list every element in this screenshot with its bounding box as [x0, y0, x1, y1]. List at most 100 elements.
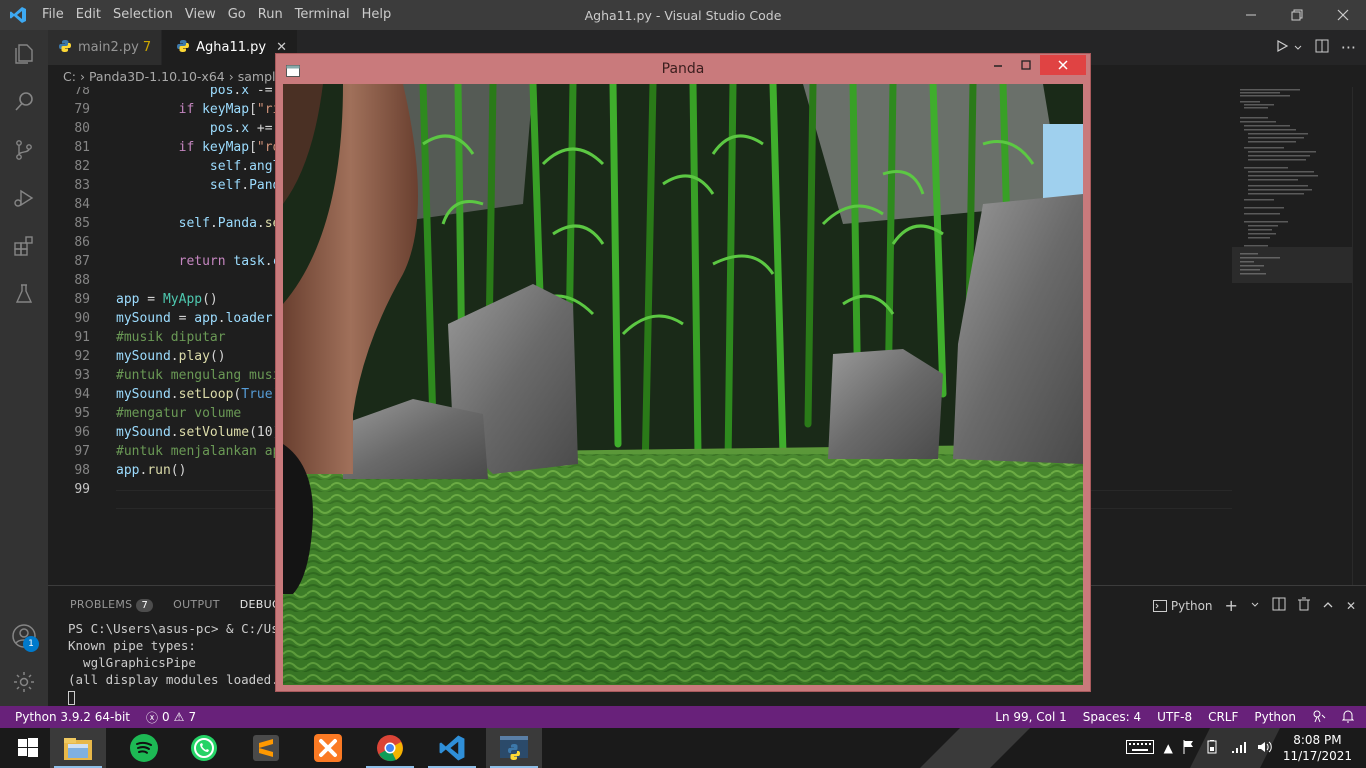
line-number: 99: [74, 482, 90, 497]
panda-window[interactable]: Panda: [275, 53, 1091, 692]
code-text: app.run(): [116, 463, 187, 478]
code-text: mySound.play(): [116, 349, 226, 364]
chrome-icon[interactable]: [362, 728, 418, 768]
editor-scrollbar[interactable]: [1352, 87, 1366, 585]
line-number: 96: [74, 425, 90, 440]
line-number: 85: [74, 216, 90, 231]
chevron-down-icon[interactable]: [1250, 599, 1260, 613]
clock[interactable]: 8:08 PM 11/17/2021: [1283, 732, 1352, 764]
more-actions-icon[interactable]: ···: [1341, 38, 1356, 57]
split-editor-icon[interactable]: [1315, 38, 1329, 57]
error-icon: ⓧ: [146, 710, 159, 725]
source-control-icon[interactable]: [0, 126, 48, 174]
terminal-output[interactable]: PS C:\Users\asus-pc> & C:/User Known pipe…: [68, 620, 294, 705]
code-text: if keyMap["ri: [178, 102, 281, 117]
code-text: #untuk mengulang musi: [116, 368, 281, 383]
code-text: pos.x +=: [209, 121, 273, 136]
settings-gear-icon[interactable]: [0, 658, 48, 706]
explorer-icon[interactable]: [0, 30, 48, 78]
split-terminal-icon[interactable]: [1272, 597, 1286, 614]
new-terminal-icon[interactable]: +: [1225, 596, 1238, 615]
menu-run[interactable]: Run: [252, 0, 289, 30]
line-number: 92: [74, 349, 90, 364]
run-file-icon[interactable]: [1275, 38, 1289, 57]
terminal-cursor: [68, 690, 75, 705]
show-hidden-icons-icon[interactable]: ▲: [1164, 741, 1173, 755]
notifications-bell-icon[interactable]: [1341, 709, 1355, 726]
menu-view[interactable]: View: [179, 0, 222, 30]
problems-status[interactable]: ⓧ 0 ⚠ 7: [146, 709, 196, 726]
xampp-icon[interactable]: [300, 728, 356, 768]
tab-output[interactable]: OUTPUT: [173, 598, 220, 612]
menu-file[interactable]: File: [36, 0, 70, 30]
panel-tabs: PROBLEMS 7 OUTPUT DEBUG: [70, 598, 281, 612]
panda-minimize-button[interactable]: [984, 55, 1012, 75]
panda-window-title: Panda: [661, 61, 705, 77]
line-number: 86: [74, 235, 90, 250]
indentation[interactable]: Spaces: 4: [1083, 710, 1141, 724]
tab-main2-py[interactable]: main2.py 7: [48, 30, 163, 65]
line-number: 93: [74, 368, 90, 383]
minimap[interactable]: [1232, 87, 1352, 585]
terminal-shell-selector[interactable]: Python: [1152, 599, 1213, 613]
python-app-taskbar-icon[interactable]: [486, 728, 542, 768]
file-explorer-taskbar-icon[interactable]: [50, 728, 106, 768]
terminal-line: (all display modules loaded.): [68, 672, 287, 687]
panda-maximize-button[interactable]: [1012, 55, 1040, 75]
volume-icon[interactable]: [1257, 740, 1273, 757]
python-file-icon: [58, 39, 72, 57]
restore-button[interactable]: [1274, 0, 1320, 30]
3d-scene-viewport[interactable]: [283, 84, 1083, 685]
breadcrumb-item[interactable]: Panda3D-1.10.10-x64: [89, 69, 225, 84]
run-debug-icon[interactable]: [0, 174, 48, 222]
line-number: 87: [74, 254, 90, 269]
keyboard-icon[interactable]: [1125, 739, 1154, 757]
start-button[interactable]: [0, 728, 56, 768]
panda-title-bar[interactable]: Panda: [276, 54, 1090, 84]
end-of-line[interactable]: CRLF: [1208, 710, 1238, 724]
vscode-taskbar-icon[interactable]: [424, 728, 480, 768]
menu-selection[interactable]: Selection: [107, 0, 179, 30]
battery-icon[interactable]: [1205, 739, 1221, 757]
line-number: 88: [74, 273, 90, 288]
spotify-icon[interactable]: [116, 728, 172, 768]
menu-help[interactable]: Help: [356, 0, 398, 30]
close-panel-icon[interactable]: ✕: [1346, 599, 1356, 613]
python-file-icon: [176, 39, 190, 57]
trash-icon[interactable]: [1297, 597, 1310, 614]
chevron-right-icon: ›: [79, 68, 85, 84]
editor-actions: ···: [1275, 30, 1356, 65]
sublime-text-icon[interactable]: [238, 728, 294, 768]
code-text: #untuk menjalankan ap: [116, 444, 281, 459]
terminal-line: wglGraphicsPipe: [68, 655, 196, 670]
minimize-button[interactable]: [1228, 0, 1274, 30]
maximize-panel-icon[interactable]: [1322, 599, 1334, 613]
breadcrumb-item[interactable]: C:: [63, 69, 76, 84]
tab-warning-count: 7: [142, 40, 152, 55]
feedback-icon[interactable]: [1312, 709, 1326, 726]
language-mode[interactable]: Python: [1254, 710, 1296, 724]
line-number: 91: [74, 330, 90, 345]
cursor-position[interactable]: Ln 99, Col 1: [995, 710, 1067, 724]
menu-edit[interactable]: Edit: [70, 0, 107, 30]
testing-icon[interactable]: [0, 270, 48, 318]
python-interpreter[interactable]: Python 3.9.2 64-bit: [15, 710, 130, 724]
search-icon[interactable]: [0, 78, 48, 126]
tab-problems[interactable]: PROBLEMS 7: [70, 598, 154, 612]
whatsapp-icon[interactable]: [176, 728, 232, 768]
close-button[interactable]: [1320, 0, 1366, 30]
line-number: 97: [74, 444, 90, 459]
menu-go[interactable]: Go: [222, 0, 252, 30]
encoding[interactable]: UTF-8: [1157, 710, 1192, 724]
network-signal-icon[interactable]: [1231, 740, 1247, 757]
menu-terminal[interactable]: Terminal: [289, 0, 356, 30]
account-icon[interactable]: 1: [0, 612, 48, 660]
tab-label: Agha11.py: [196, 40, 267, 55]
warning-icon: ⚠: [173, 710, 185, 724]
chevron-down-icon[interactable]: [1293, 38, 1303, 57]
line-number: 94: [74, 387, 90, 402]
flag-icon[interactable]: [1183, 739, 1195, 757]
panda-close-button[interactable]: [1040, 55, 1086, 75]
extensions-icon[interactable]: [0, 222, 48, 270]
panel-actions: Python + ✕: [1152, 596, 1356, 615]
